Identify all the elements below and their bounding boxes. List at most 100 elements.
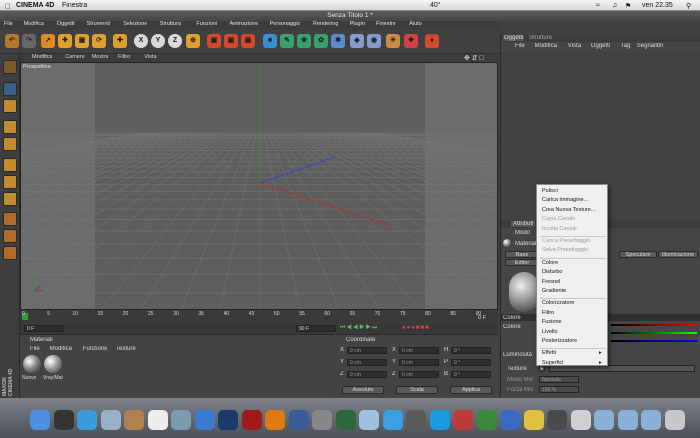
stickies-icon[interactable] (523, 410, 544, 430)
array-icon[interactable]: ✿ (314, 34, 328, 48)
coord-value-field[interactable]: 0 ° (451, 371, 491, 378)
context-menu-item[interactable]: Gradiente (542, 288, 566, 294)
menu-file[interactable]: File (4, 21, 13, 27)
context-menu-item[interactable]: Pulisci (542, 188, 558, 194)
safari-icon[interactable] (77, 410, 97, 430)
tab-illumination[interactable]: Illuminazione (658, 251, 698, 258)
snap-icon[interactable] (3, 212, 17, 226)
material-sphere-icon[interactable] (23, 355, 41, 373)
keyframe-buttons-icon[interactable]: ●●●■■■ (402, 325, 430, 331)
context-menu-item[interactable]: Filtro (542, 310, 554, 316)
coord-value-field[interactable]: 0 ° (451, 359, 491, 366)
rotate-icon[interactable]: ⟳ (92, 34, 106, 48)
deformer-icon[interactable]: ✱ (331, 34, 345, 48)
redo-icon[interactable]: ↷ (22, 34, 36, 48)
materials-menu-funzione[interactable]: Funzione (83, 346, 108, 352)
workplane-icon[interactable] (3, 229, 17, 243)
context-menu-item[interactable]: Superfici (542, 360, 563, 366)
menu-personaggio[interactable]: Personaggio (270, 21, 301, 27)
context-menu-item[interactable]: Colore (542, 260, 558, 266)
coord-value-field[interactable]: 0 cm (399, 371, 439, 378)
texture-mode-icon[interactable] (3, 120, 17, 134)
render-picture-viewer-icon[interactable]: ▣ (224, 34, 238, 48)
timeline[interactable]: 0 5 10 15 20 25 30 35 40 45 50 55 60 65 70 75 80 85 90 0 F (20, 310, 498, 324)
wifi-icon[interactable]: ≈ (596, 2, 600, 9)
floor-icon[interactable]: ◆ (350, 34, 364, 48)
coord-value-field[interactable]: 0 cm (399, 359, 439, 366)
calendar-icon[interactable] (147, 410, 168, 430)
undo-icon[interactable]: ↶ (5, 34, 19, 48)
move-icon[interactable]: ✚ (58, 34, 72, 48)
scale-mode-select[interactable]: Scala (396, 386, 438, 394)
context-menu-item[interactable]: Livello (542, 329, 558, 335)
material-name-2[interactable]: Vray/Mat (43, 375, 63, 381)
live-select-icon[interactable]: ➚ (41, 34, 55, 48)
menu-selezione[interactable]: Selezione (123, 21, 147, 27)
camera-icon[interactable]: ◉ (367, 34, 381, 48)
objects-menu-modifica[interactable]: Modifica (535, 43, 557, 49)
menu-struttura[interactable]: Struttura (160, 21, 181, 27)
context-menu-item[interactable]: Fresnel (542, 279, 560, 285)
menu-plugin[interactable]: Plugin (350, 21, 365, 27)
address-book-icon[interactable] (124, 410, 144, 430)
polygons-mode-icon[interactable] (3, 192, 17, 206)
axis-mode-icon[interactable] (3, 137, 17, 151)
folder-icon[interactable] (594, 410, 614, 430)
objects-menu-vista[interactable]: Vista (568, 43, 581, 49)
cube-icon[interactable]: ■ (263, 34, 277, 48)
subdivision-icon[interactable]: ❀ (297, 34, 311, 48)
viewport-menu-camere[interactable]: Camere (65, 54, 85, 60)
light-icon[interactable]: ☀ (386, 34, 400, 48)
objects-menu-segnalibri[interactable]: Segnalibri (637, 43, 664, 49)
coord-value-field[interactable]: 0 cm (399, 347, 439, 354)
spotlight-icon[interactable]: ⚲ (686, 2, 691, 10)
objects-menu-oggetti[interactable]: Oggetti (591, 43, 610, 49)
material-name-1[interactable]: Nuovo (22, 375, 36, 381)
context-menu-item[interactable]: Carica Immagine... (542, 197, 588, 203)
render-view-icon[interactable]: ▣ (207, 34, 221, 48)
viewport-menu-modifica[interactable]: Modifica (32, 54, 52, 60)
record-icon[interactable]: ● (425, 34, 439, 48)
menu-funzioni[interactable]: Funzioni (196, 21, 217, 27)
tab-objects[interactable]: Oggetti (503, 35, 525, 41)
materials-menu-modifica[interactable]: Modifica (50, 346, 72, 352)
coord-mode-select[interactable]: Assoluto (342, 386, 384, 394)
green-slider[interactable] (611, 332, 697, 334)
perspective-viewport[interactable]: Prospettiva (20, 62, 498, 310)
finder-icon[interactable] (30, 410, 50, 430)
editor-icon[interactable] (476, 410, 497, 430)
trash-icon[interactable] (664, 410, 685, 430)
ical-icon[interactable] (547, 410, 567, 430)
ichat-icon[interactable] (382, 410, 403, 430)
photoshop-icon[interactable] (218, 410, 238, 430)
illustrator-icon[interactable] (265, 410, 285, 430)
context-menu-item[interactable]: Crea Nuova Texture... (542, 207, 595, 213)
red-slider[interactable] (611, 324, 697, 326)
make-editable-icon[interactable] (3, 60, 17, 74)
object-mode-icon[interactable] (3, 99, 17, 113)
material-sphere-icon[interactable] (44, 355, 62, 373)
y-axis-button[interactable]: Y (151, 34, 165, 48)
apple-icon[interactable]:  (5, 2, 11, 11)
render-settings-icon[interactable]: ▣ (241, 34, 255, 48)
z-axis-button[interactable]: Z (168, 34, 182, 48)
flag-icon[interactable]: ⚑ (625, 2, 631, 10)
context-menu-item[interactable]: Colorizzatore (542, 300, 574, 306)
context-menu-item[interactable]: Disturbo (542, 269, 562, 275)
menu-oggetti[interactable]: Oggetti (57, 21, 75, 27)
flash-icon[interactable] (241, 410, 262, 430)
materials-menu-file[interactable]: File (30, 346, 40, 352)
mail-icon[interactable] (100, 410, 121, 430)
coord-value-field[interactable]: 0 cm (347, 371, 387, 378)
viewport-menu-vista[interactable]: Vista (144, 54, 156, 60)
context-menu-item[interactable]: Effetti (542, 350, 556, 356)
texture-field[interactable] (549, 365, 695, 372)
tab-specular[interactable]: Speculare (619, 251, 657, 258)
music-icon[interactable] (570, 410, 591, 430)
folder-icon[interactable] (641, 410, 661, 430)
materials-menu-texture[interactable]: Texture (116, 346, 136, 352)
menu-finestre[interactable]: Finestre (376, 21, 396, 27)
network-icon[interactable] (406, 410, 426, 430)
preview-icon[interactable] (171, 410, 191, 430)
system-prefs-icon[interactable] (312, 410, 332, 430)
